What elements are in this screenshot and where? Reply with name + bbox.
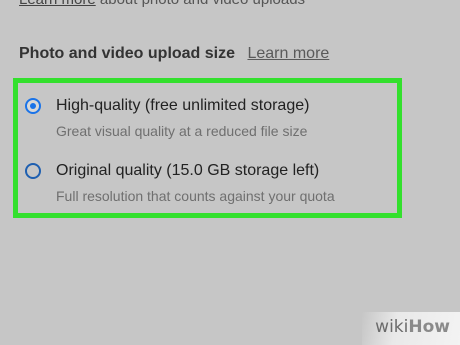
- option-label: High-quality (free unlimited storage): [56, 97, 310, 114]
- option-original-quality[interactable]: Original quality (15.0 GB storage left) …: [18, 159, 397, 209]
- radio-selected-icon[interactable]: [25, 98, 41, 114]
- uploads-info-text: about photo and video uploads: [96, 0, 305, 8]
- wikihow-logo: wikiHow: [375, 317, 450, 337]
- section-title: Photo and video upload size: [19, 45, 236, 62]
- radio-unselected-icon[interactable]: [25, 163, 41, 179]
- watermark-banner: wikiHow: [362, 312, 460, 345]
- upload-size-header: Photo and video upload size Learn more: [19, 45, 329, 63]
- uploads-info-line: Learn more about photo and video uploads: [19, 0, 305, 8]
- learn-more-link[interactable]: Learn more: [247, 45, 329, 62]
- watermark-how: How: [408, 317, 450, 337]
- option-label: Original quality (15.0 GB storage left): [56, 162, 320, 179]
- upload-options-highlight: High-quality (free unlimited storage) Gr…: [13, 78, 402, 218]
- option-high-quality[interactable]: High-quality (free unlimited storage) Gr…: [18, 94, 397, 144]
- option-description: Great visual quality at a reduced file s…: [56, 123, 308, 139]
- top-learn-more-link[interactable]: Learn more: [19, 0, 96, 8]
- option-description: Full resolution that counts against your…: [56, 188, 335, 204]
- watermark-wiki: wiki: [375, 317, 409, 337]
